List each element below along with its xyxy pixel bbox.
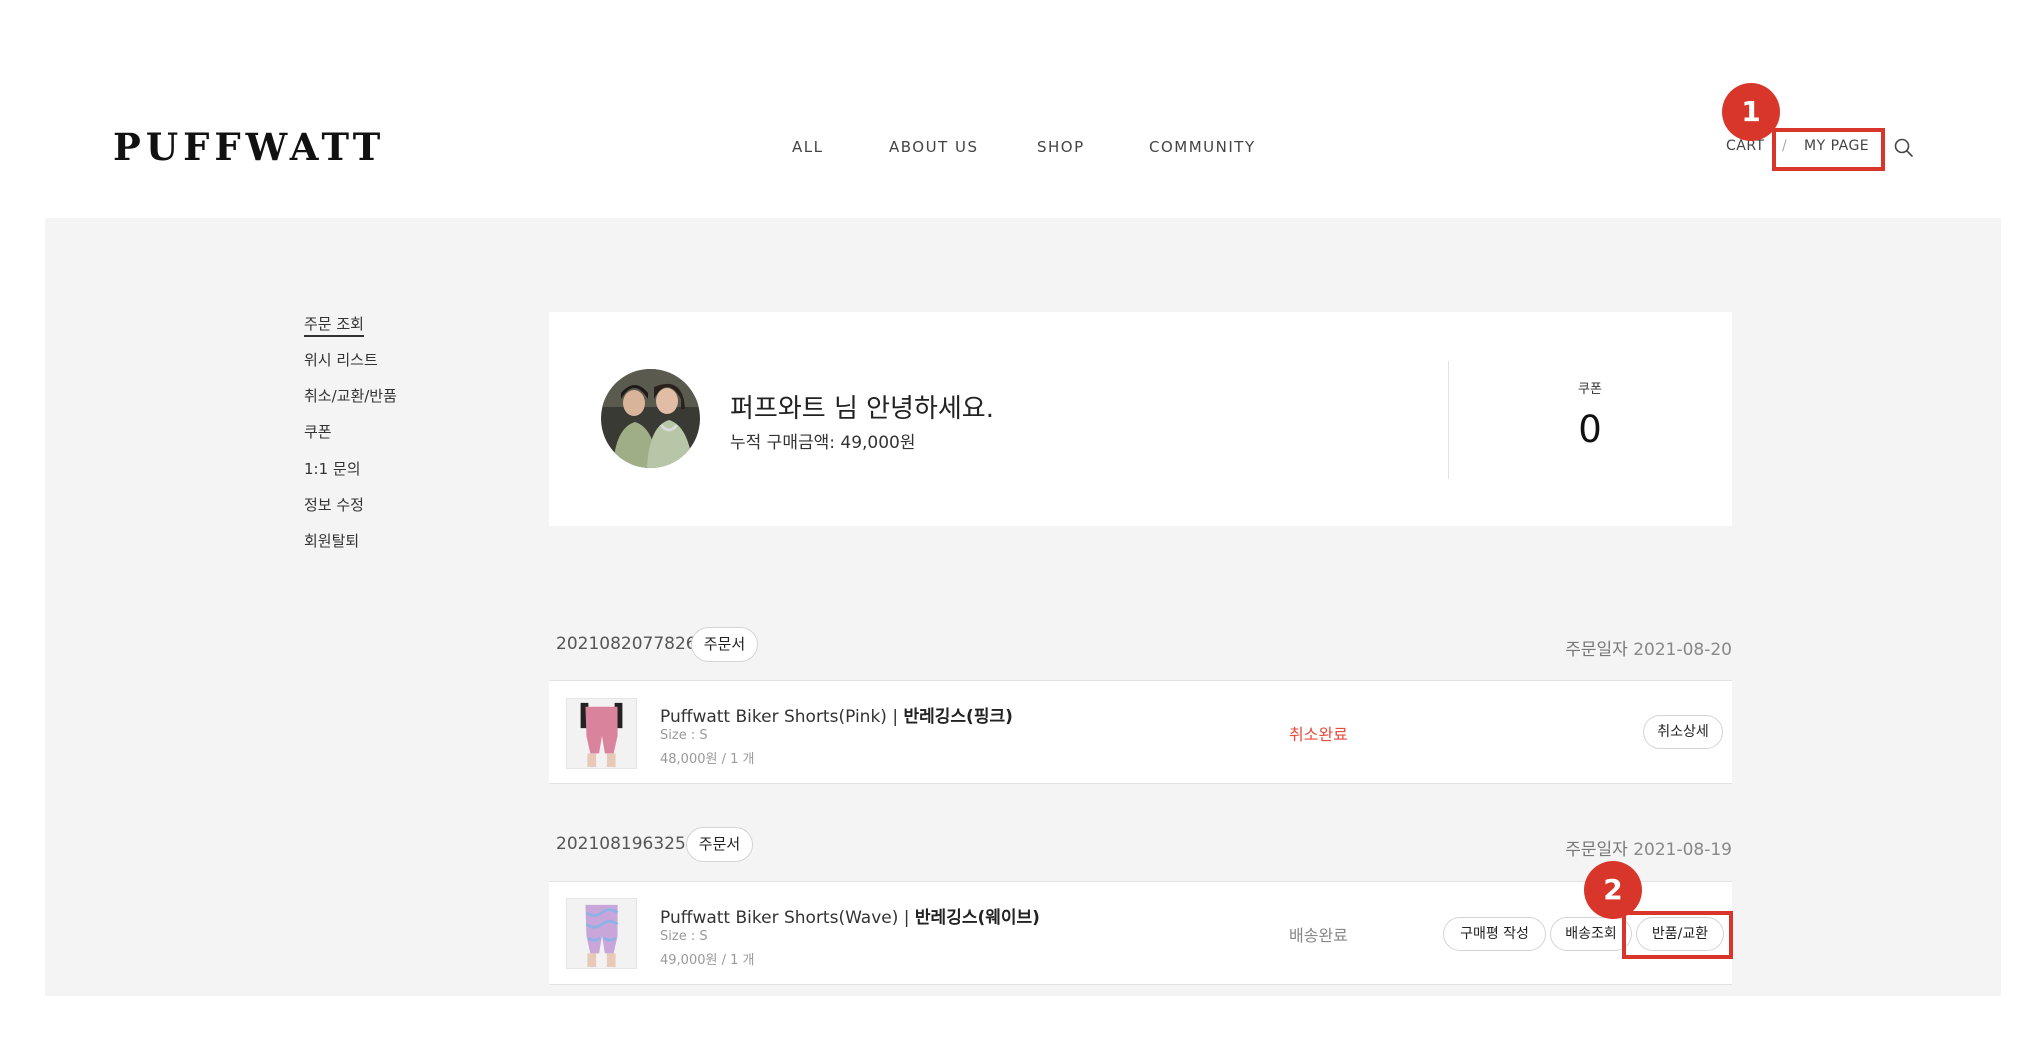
- highlight-box-mypage: [1772, 128, 1885, 171]
- order-date-label: 주문일자: [1565, 840, 1628, 860]
- product-name-kr: 반레깅스(웨이브): [914, 908, 1040, 928]
- sidebar-item-edit-info[interactable]: 정보 수정: [304, 494, 364, 515]
- nav-all[interactable]: ALL: [792, 138, 823, 156]
- order-status: 취소완료: [1289, 725, 1348, 744]
- product-name-kr: 반레깅스(핑크): [903, 707, 1013, 727]
- product-name-en: Puffwatt Biker Shorts(Wave) |: [660, 908, 915, 928]
- write-review-button[interactable]: 구매평 작성: [1443, 917, 1546, 951]
- product-name[interactable]: Puffwatt Biker Shorts(Pink) | 반레깅스(핑크): [660, 702, 1013, 727]
- order-status: 배송완료: [1289, 926, 1348, 945]
- sidebar-item-cancel-exchange-return[interactable]: 취소/교환/반품: [304, 385, 397, 406]
- product-name[interactable]: Puffwatt Biker Shorts(Wave) | 반레깅스(웨이브): [660, 903, 1040, 928]
- order-number: 2021082077826: [556, 634, 697, 654]
- order-date: 주문일자 2021-08-20: [1520, 635, 1732, 660]
- highlight-box-return-exchange: [1622, 911, 1733, 959]
- nav-about-us[interactable]: ABOUT US: [889, 138, 979, 156]
- order-date-value: 2021-08-19: [1633, 840, 1732, 860]
- receipt-button[interactable]: 주문서: [691, 627, 758, 662]
- order-item-row: [549, 680, 1732, 784]
- coupon-count[interactable]: 0: [1560, 408, 1620, 451]
- total-purchase-amount: 누적 구매금액: 49,000원: [730, 433, 916, 453]
- nav-shop[interactable]: SHOP: [1037, 138, 1085, 156]
- coupon-label: 쿠폰: [1578, 382, 1602, 397]
- cancel-detail-button[interactable]: 취소상세: [1643, 715, 1723, 749]
- sidebar-item-order-lookup[interactable]: 주문 조회: [304, 313, 364, 337]
- profile-card: [549, 312, 1732, 526]
- order-date-label: 주문일자: [1565, 640, 1628, 660]
- step-badge-2: 2: [1584, 861, 1642, 919]
- product-price-qty: 49,000원 / 1 개: [660, 953, 755, 968]
- step-badge-1: 1: [1722, 83, 1780, 141]
- order-number: 2021081963250: [556, 834, 697, 854]
- product-price-qty: 48,000원 / 1 개: [660, 752, 755, 767]
- track-delivery-button[interactable]: 배송조회: [1550, 917, 1632, 951]
- card-divider: [1448, 361, 1449, 479]
- receipt-button[interactable]: 주문서: [686, 827, 753, 862]
- sidebar-item-inquiry[interactable]: 1:1 문의: [304, 458, 361, 479]
- search-icon[interactable]: [1893, 137, 1915, 159]
- product-size: Size : S: [660, 929, 708, 944]
- sidebar-item-coupon[interactable]: 쿠폰: [304, 421, 332, 442]
- order-date-value: 2021-08-20: [1633, 640, 1732, 660]
- product-thumbnail[interactable]: [566, 698, 637, 769]
- order-date: 주문일자 2021-08-19: [1520, 835, 1732, 860]
- sidebar-item-withdraw[interactable]: 회원탈퇴: [304, 530, 359, 551]
- greeting-text: 퍼프와트 님 안녕하세요.: [730, 394, 994, 424]
- avatar: [601, 369, 700, 468]
- product-size: Size : S: [660, 728, 708, 743]
- sidebar-item-wishlist[interactable]: 위시 리스트: [304, 349, 378, 370]
- product-name-en: Puffwatt Biker Shorts(Pink) |: [660, 707, 904, 727]
- product-thumbnail[interactable]: [566, 898, 637, 969]
- logo[interactable]: PUFFWATT: [113, 125, 385, 169]
- nav-community[interactable]: COMMUNITY: [1149, 138, 1256, 156]
